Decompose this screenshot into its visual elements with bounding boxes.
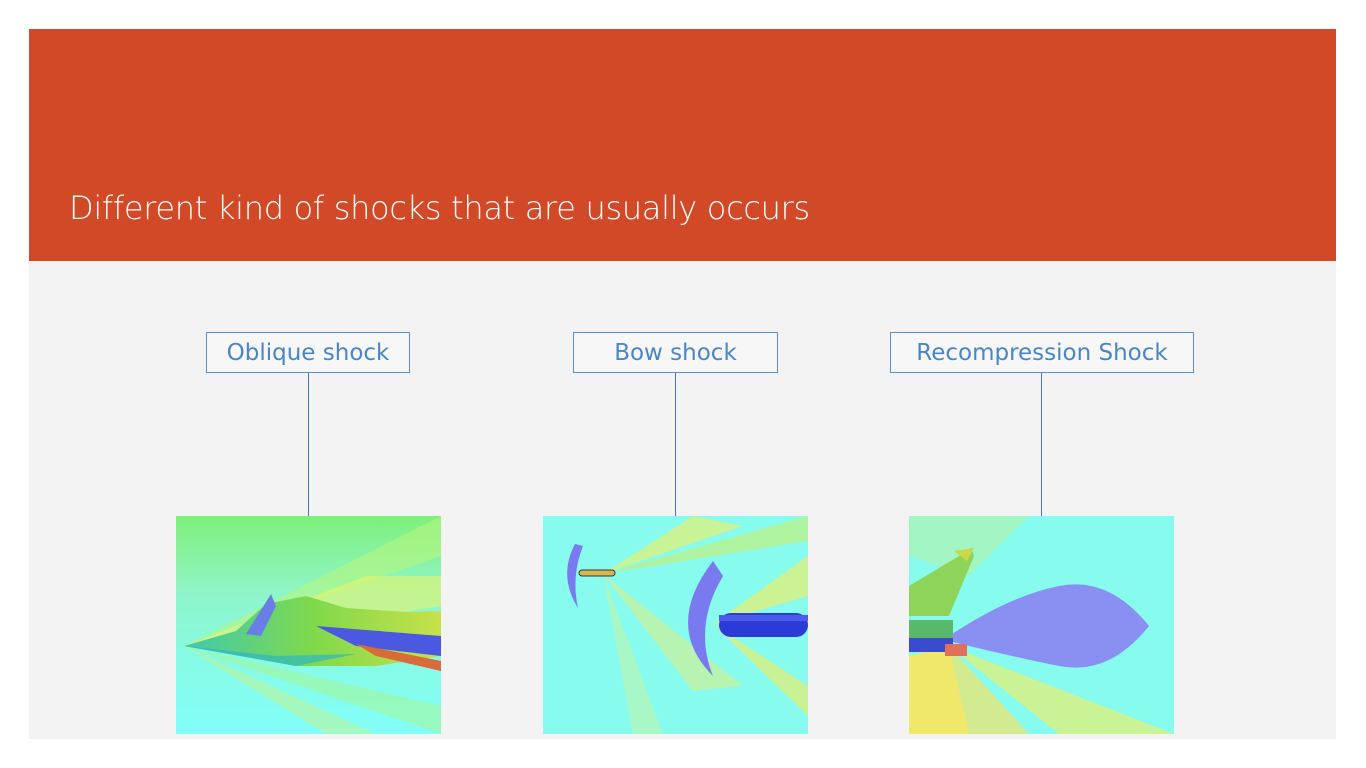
oblique-shock-connector: [308, 373, 309, 516]
slide-title: Different kind of shocks that are usuall…: [69, 189, 810, 227]
recompression-shock-image: [909, 516, 1174, 734]
bow-shock-connector: [675, 373, 676, 516]
recompression-shock-label: Recompression Shock: [890, 332, 1194, 373]
oblique-shock-image: [176, 516, 441, 734]
bow-shock-image: [543, 516, 808, 734]
bow-shock-label: Bow shock: [573, 332, 778, 373]
oblique-shock-label: Oblique shock: [206, 332, 410, 373]
slide: Different kind of shocks that are usuall…: [29, 29, 1336, 739]
title-band: Different kind of shocks that are usuall…: [29, 29, 1336, 261]
recompression-shock-connector: [1041, 373, 1042, 516]
